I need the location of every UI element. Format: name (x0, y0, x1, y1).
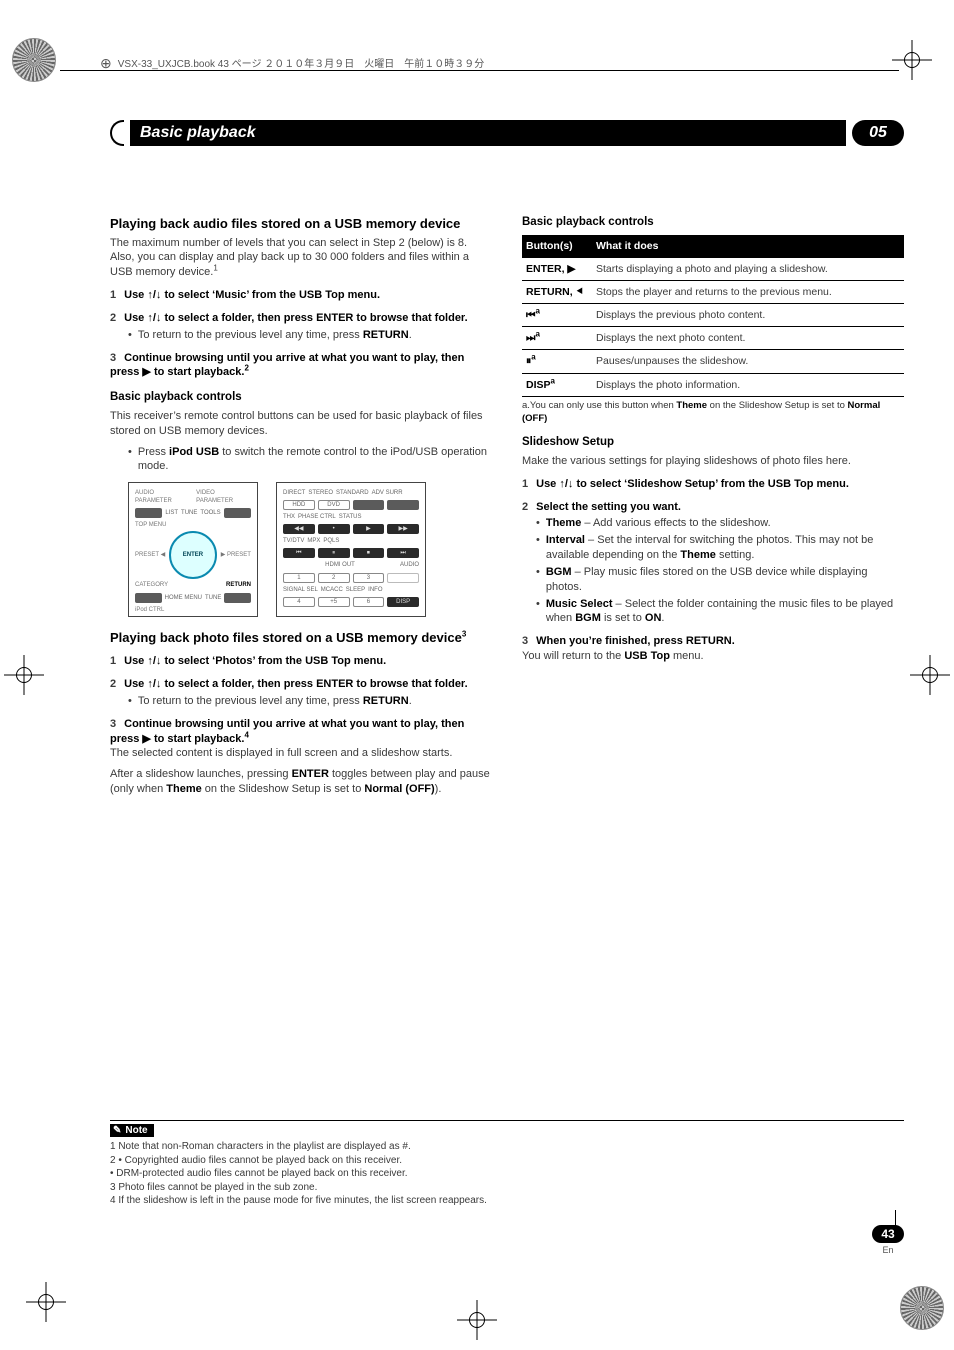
footnote-line: • DRM-protected audio files cannot be pl… (110, 1167, 904, 1181)
basic-controls-para: This receiver’s remote control buttons c… (110, 409, 492, 439)
footnote-line: 1 Note that non-Roman characters in the … (110, 1140, 904, 1154)
book-meta: ⊕ VSX-33_UXJCB.book 43 ページ ２０１０年３月９日 火曜日… (100, 55, 484, 70)
table-row: ENTER, ▶Starts displaying a photo and pl… (522, 257, 904, 280)
footnote-line: 3 Photo files cannot be played in the su… (110, 1181, 904, 1195)
table-row: RETURN, ⯇Stops the player and returns to… (522, 280, 904, 303)
table-row: ⏭aDisplays the next photo content. (522, 327, 904, 350)
table-row: ⏮aDisplays the previous photo content. (522, 304, 904, 327)
page-num-rule (895, 1210, 896, 1226)
photo-step-1: 1Use ↑/↓ to select ‘Photos’ from the USB… (110, 654, 492, 669)
th-what: What it does (592, 235, 904, 258)
updown-icon: ↑/↓ (147, 312, 161, 324)
basic-controls-bullet: Press iPod USB to switch the remote cont… (128, 445, 492, 475)
slideshow-step-3-after: You will return to the USB Top menu. (522, 649, 904, 664)
book-meta-text: VSX-33_UXJCB.book 43 ページ ２０１０年３月９日 火曜日 午… (118, 55, 485, 70)
photo-step-3-after-2: After a slideshow launches, pressing ENT… (110, 767, 492, 797)
chapter-header: Basic playback 05 (110, 120, 904, 146)
slideshow-step-3: 3When you’re finished, press RETURN. (522, 634, 904, 649)
footnote-line: 2 • Copyrighted audio files cannot be pl… (110, 1154, 904, 1168)
photo-step-3: 3Continue browsing until you arrive at w… (110, 717, 492, 747)
updown-icon: ↑/↓ (559, 478, 573, 490)
photo-step-3-after-1: The selected content is displayed in ful… (110, 746, 492, 761)
remote-panel-right: DIRECTSTEREOSTANDARDADV SURR HDDDVD THXP… (276, 482, 426, 616)
chapter-title: Basic playback (130, 120, 846, 146)
photo-step-2: 2Use ↑/↓ to select a folder, then press … (110, 677, 492, 692)
page-lang: En (872, 1245, 904, 1255)
play-icon: ▶ (142, 366, 150, 378)
remote-panel-left: AUDIO PARAMETERVIDEO PARAMETER LISTTUNET… (128, 482, 258, 616)
controls-table: Button(s) What it does ENTER, ▶Starts di… (522, 235, 904, 397)
table-footnote: a.You can only use this button when Them… (522, 400, 904, 426)
updown-icon: ↑/↓ (147, 655, 161, 667)
note-label: Note (110, 1124, 154, 1137)
audio-step-2: 2Use ↑/↓ to select a folder, then press … (110, 311, 492, 326)
slideshow-step-1: 1Use ↑/↓ to select ‘Slideshow Setup’ fro… (522, 477, 904, 492)
page-number-value: 43 (872, 1225, 904, 1243)
list-item: Theme – Add various effects to the slide… (536, 516, 904, 531)
list-item: BGM – Play music files stored on the USB… (536, 565, 904, 595)
audio-intro: The maximum number of levels that you ca… (110, 236, 492, 281)
heading-basic-controls-right: Basic playback controls (522, 215, 904, 231)
heading-photo: Playing back photo files stored on a USB… (110, 629, 492, 647)
slideshow-intro: Make the various settings for playing sl… (522, 454, 904, 469)
audio-step-3: 3Continue browsing until you arrive at w… (110, 351, 492, 381)
remote-diagram: AUDIO PARAMETERVIDEO PARAMETER LISTTUNET… (128, 482, 492, 616)
play-icon: ▶ (142, 733, 150, 745)
heading-basic-controls-left: Basic playback controls (110, 390, 492, 406)
table-row: ⏸aPauses/unpauses the slideshow. (522, 350, 904, 373)
heading-audio: Playing back audio files stored on a USB… (110, 215, 492, 233)
photo-step-2-bullet: To return to the previous level any time… (128, 694, 492, 709)
top-rule (60, 70, 899, 71)
updown-icon: ↑/↓ (147, 678, 161, 690)
th-buttons: Button(s) (522, 235, 592, 258)
enter-dpad-icon (169, 531, 217, 579)
chapter-number: 05 (852, 120, 904, 146)
header-cap-icon (110, 120, 124, 146)
list-item: Music Select – Select the folder contain… (536, 597, 904, 627)
audio-step-2-bullet: To return to the previous level any time… (128, 328, 492, 343)
heading-slideshow: Slideshow Setup (522, 435, 904, 451)
audio-step-1: 1Use ↑/↓ to select ‘Music’ from the USB … (110, 288, 492, 303)
oplus-icon: ⊕ (100, 56, 112, 70)
right-column: Basic playback controls Button(s) What i… (522, 215, 904, 803)
page-number: 43 En (872, 1225, 904, 1255)
slideshow-step-2: 2Select the setting you want. (522, 500, 904, 515)
updown-icon: ↑/↓ (147, 289, 161, 301)
footnotes: Note 1 Note that non-Roman characters in… (110, 1120, 904, 1208)
left-column: Playing back audio files stored on a USB… (110, 215, 492, 803)
footnote-line: 4 If the slideshow is left in the pause … (110, 1194, 904, 1208)
table-row: DISPaDisplays the photo information. (522, 373, 904, 396)
list-item: Interval – Set the interval for switchin… (536, 533, 904, 563)
